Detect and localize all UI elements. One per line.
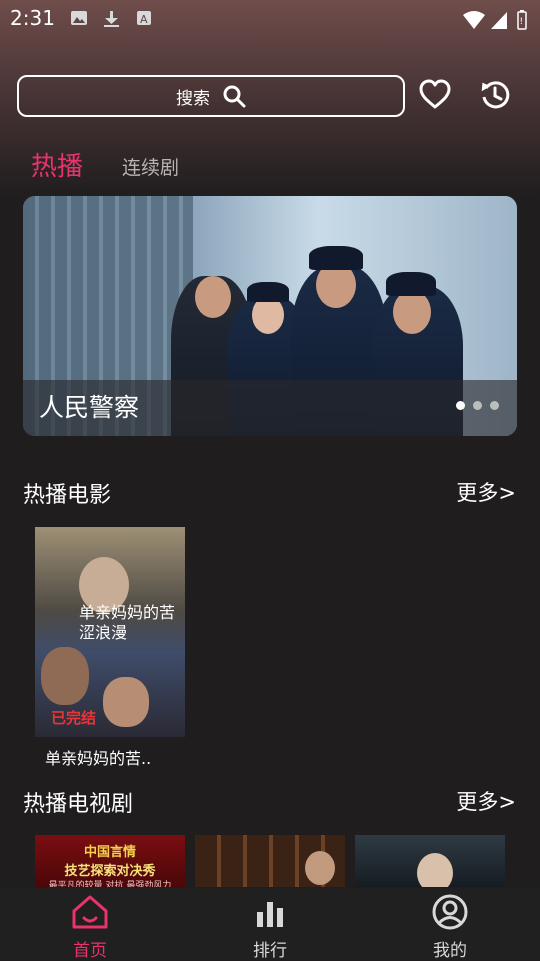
- image-notification-icon: [71, 11, 87, 25]
- poster-face: [41, 647, 89, 705]
- banner-figure-cap: [247, 282, 289, 302]
- favorite-heart-icon[interactable]: [418, 78, 452, 112]
- nav-label-ranking: 排行: [253, 941, 287, 961]
- download-notification-icon: [104, 11, 119, 27]
- banner-title: 人民警察: [39, 393, 140, 422]
- tv-thumbnail[interactable]: [355, 835, 505, 887]
- nav-item-profile[interactable]: 我的: [400, 894, 500, 961]
- banner-figure-cap: [386, 272, 436, 296]
- svg-text:A: A: [140, 13, 148, 26]
- nav-label-profile: 我的: [433, 941, 467, 961]
- battery-icon: !: [517, 10, 527, 30]
- tv-thumbnail[interactable]: [195, 835, 345, 887]
- tv-thumb-face: [417, 853, 453, 887]
- wifi-icon: [463, 11, 485, 29]
- carousel-dot[interactable]: [456, 401, 465, 410]
- more-tv-link[interactable]: 更多>: [456, 786, 516, 816]
- nav-label-home: 首页: [73, 941, 107, 961]
- tab-hot[interactable]: 热播: [31, 146, 83, 183]
- bar-chart-icon: [257, 902, 283, 927]
- poster-title-art: 单亲妈妈的苦涩浪漫: [79, 603, 176, 642]
- tv-thumbnail[interactable]: 中国言情 技艺探索对决秀 最平凡的较量 对抗 最强劲风力: [35, 835, 185, 887]
- section-title-tv: 热播电视剧: [23, 792, 134, 817]
- tv-thumb-tagline: 最平凡的较量 对抗 最强劲风力: [48, 881, 172, 887]
- carousel-indicator: [456, 401, 499, 410]
- status-bar: 2:31 A !: [0, 0, 540, 38]
- banner-figure-head: [195, 276, 231, 318]
- search-label: 搜索: [176, 88, 210, 109]
- signal-icon: [491, 12, 507, 29]
- bottom-navigation: 首页 排行 我的: [0, 888, 540, 961]
- svg-text:!: !: [520, 17, 524, 27]
- profile-icon: [432, 894, 468, 930]
- more-movies-link[interactable]: 更多>: [456, 477, 516, 507]
- home-icon: [72, 895, 108, 929]
- tv-thumb-title: 中国言情: [83, 845, 136, 860]
- tv-thumb-subtitle: 技艺探索对决秀: [64, 864, 156, 879]
- banner-figure-cap: [309, 246, 363, 270]
- carousel-dot[interactable]: [473, 401, 482, 410]
- tab-series[interactable]: 连续剧: [122, 153, 179, 180]
- nav-item-ranking[interactable]: 排行: [220, 894, 320, 961]
- history-icon[interactable]: [478, 78, 512, 112]
- banner-figure-head: [393, 290, 431, 334]
- nav-item-home[interactable]: 首页: [40, 894, 140, 961]
- movie-poster[interactable]: 单亲妈妈的苦涩浪漫 已完结: [35, 527, 185, 737]
- search-icon: [223, 85, 246, 108]
- movie-caption[interactable]: 单亲妈妈的苦..: [45, 745, 151, 769]
- poster-face: [103, 677, 149, 727]
- search-bar[interactable]: 搜索: [17, 75, 405, 117]
- poster-status-badge: 已完结: [51, 709, 97, 727]
- status-time: 2:31: [10, 6, 55, 30]
- text-notification-icon: A: [137, 11, 151, 26]
- section-title-movies: 热播电影: [23, 483, 112, 508]
- carousel-dot[interactable]: [490, 401, 499, 410]
- tv-thumb-face: [305, 851, 335, 885]
- banner-carousel[interactable]: 人民警察: [23, 196, 517, 436]
